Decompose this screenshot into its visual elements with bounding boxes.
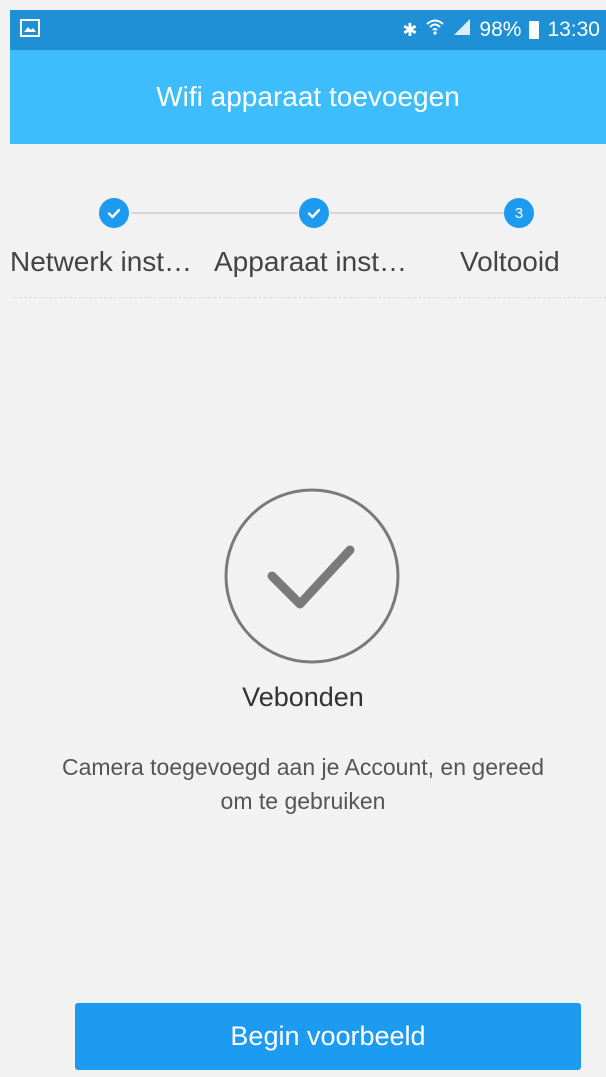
check-icon — [107, 208, 121, 219]
step-connector — [131, 212, 298, 214]
step-1-completed — [99, 198, 129, 228]
app-header: Wifi apparaat toevoegen — [10, 50, 606, 144]
step-connector — [330, 212, 504, 214]
connection-status-title: Vebonden — [242, 682, 364, 712]
wifi-icon — [425, 18, 445, 42]
bluetooth-icon: ✱ — [402, 20, 418, 40]
success-check-icon — [224, 488, 400, 664]
battery-icon — [529, 21, 540, 39]
start-preview-button[interactable]: Begin voorbeeld — [75, 1003, 581, 1070]
step-3-current: 3 — [504, 198, 534, 228]
status-bar: ✱ 98% 13:30 — [10, 10, 606, 50]
check-icon — [307, 208, 321, 219]
clock: 13:30 — [547, 18, 600, 41]
step-label-network: Netwerk inst… — [10, 246, 193, 277]
connection-status-description: Camera toegevoegd aan je Account, en ger… — [61, 754, 545, 814]
setup-stepper: 3 Netwerk inst… Apparaat inst… Voltooid — [0, 190, 606, 300]
signal-icon — [453, 18, 471, 42]
battery-level: 98% — [479, 18, 522, 41]
step-label-done: Voltooid — [460, 246, 560, 277]
image-icon — [20, 18, 40, 42]
divider — [14, 297, 606, 298]
step-number: 3 — [514, 204, 524, 222]
step-label-device: Apparaat inst… — [214, 246, 407, 277]
page-title: Wifi apparaat toevoegen — [156, 81, 460, 112]
step-2-completed — [299, 198, 329, 228]
